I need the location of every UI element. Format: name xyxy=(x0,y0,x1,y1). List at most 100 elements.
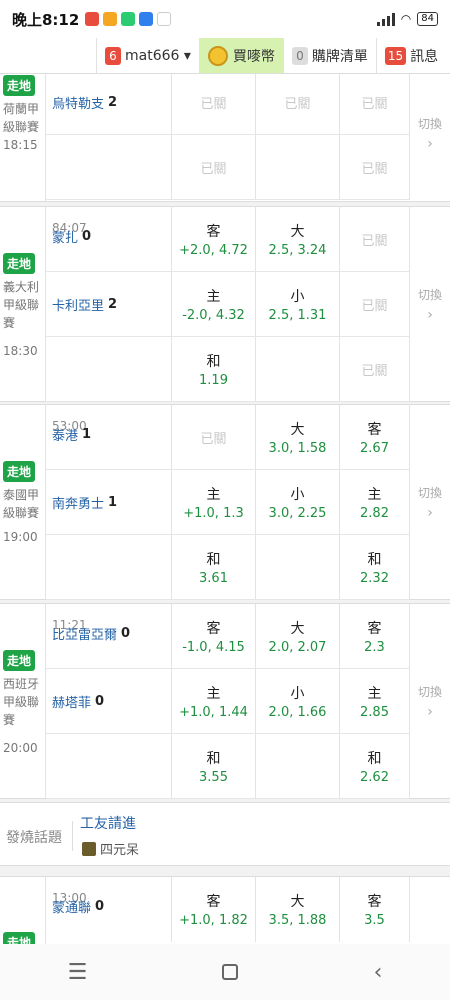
odds-row: 11:21 比亞雷亞爾 0 客 -1.0, 4.15 大 2.0, 2.07 客 2.3 xyxy=(46,604,410,669)
odds-cell[interactable]: 大 3.5, 1.88 xyxy=(256,877,340,942)
team-cell[interactable]: 烏特勒支 2 xyxy=(46,74,172,134)
closed-label: 已關 xyxy=(361,298,388,314)
team-score: 1 xyxy=(82,427,92,442)
odds-value: 3.0, 2.25 xyxy=(268,505,327,521)
team-cell[interactable]: 11:21 比亞雷亞爾 0 xyxy=(46,604,172,668)
live-badge: 走地 xyxy=(3,461,36,482)
odds-cell[interactable]: 大 2.5, 3.24 xyxy=(256,207,340,271)
buy-coins-button[interactable]: 買嘜幣 xyxy=(198,38,283,73)
avatar xyxy=(82,841,96,856)
odds-cell[interactable]: 客 +1.0, 1.82 xyxy=(172,877,256,942)
app-icon xyxy=(103,12,118,26)
odds-row: 赫塔菲 0 主 +1.0, 1.44 小 2.0, 1.66 主 2.85 xyxy=(46,669,410,734)
odds-cell[interactable]: 小 3.0, 2.25 xyxy=(256,470,340,534)
odds-cell[interactable]: 主 +1.0, 1.44 xyxy=(172,669,256,733)
battery-icon: 84 xyxy=(417,12,438,26)
odds-cell[interactable]: 和 3.61 xyxy=(172,535,256,599)
cart-label: 購牌清單 xyxy=(311,48,368,65)
odds-cell[interactable]: 小 2.5, 1.31 xyxy=(256,272,340,336)
hot-topic-card[interactable]: 發燒話題 工友請進 四元呆 xyxy=(0,802,450,866)
odds-cell[interactable]: 主 -2.0, 4.32 xyxy=(172,272,256,336)
odds-label: 大 xyxy=(290,421,305,438)
messages-button[interactable]: 15 訊息 xyxy=(375,38,446,73)
switch-button[interactable]: 切換 › xyxy=(410,207,450,401)
menu-icon[interactable]: ☰ xyxy=(68,960,88,985)
team-name: 蒙通聯 xyxy=(52,901,92,916)
odds-cell[interactable]: 主 +1.0, 1.3 xyxy=(172,470,256,534)
odds-label: 大 xyxy=(290,620,305,637)
odds-cell[interactable]: 客 -1.0, 4.15 xyxy=(172,604,256,668)
odds-cell[interactable]: 小 2.0, 1.66 xyxy=(256,669,340,733)
odds-cell[interactable]: 客 2.3 xyxy=(340,604,410,668)
live-badge: 走地 xyxy=(3,932,36,944)
odds-label: 主 xyxy=(206,685,221,702)
odds-value: 2.0, 2.07 xyxy=(268,639,327,655)
home-icon[interactable] xyxy=(222,964,239,980)
odds-value: 3.55 xyxy=(199,769,228,785)
odds-cell xyxy=(256,535,340,599)
odds-label: 客 xyxy=(206,620,221,637)
closed-label: 已關 xyxy=(361,161,388,177)
league-name: 荷蘭甲級聯賽 xyxy=(3,102,40,134)
back-icon[interactable]: ‹ xyxy=(374,960,383,985)
topic-title[interactable]: 工友請進 xyxy=(80,813,136,833)
odds-cell: 已關 xyxy=(340,337,410,401)
odds-cell[interactable]: 主 2.82 xyxy=(340,470,410,534)
odds-value: 2.67 xyxy=(360,440,389,456)
system-navbar: ☰ ‹ xyxy=(0,944,450,1000)
user-menu[interactable]: 6 mat666 ▾ xyxy=(96,38,199,73)
odds-row: 南奔勇士 1 主 +1.0, 1.3 小 3.0, 2.25 主 2.82 xyxy=(46,470,410,535)
team-cell[interactable]: 53:00 泰港 1 xyxy=(46,405,172,469)
odds-cell[interactable]: 大 3.0, 1.58 xyxy=(256,405,340,469)
team-cell[interactable]: 卡利亞里 2 xyxy=(46,272,172,336)
odds-label: 客 xyxy=(206,894,221,910)
team-cell[interactable]: 南奔勇士 1 xyxy=(46,470,172,534)
switch-label: 切換 xyxy=(417,485,442,500)
odds-cell[interactable]: 大 2.0, 2.07 xyxy=(256,604,340,668)
team-name: 南奔勇士 xyxy=(52,496,105,512)
odds-value: 2.5, 3.24 xyxy=(268,242,327,258)
divider xyxy=(72,821,73,851)
closed-label: 已關 xyxy=(361,363,388,379)
odds-cell[interactable]: 和 2.32 xyxy=(340,535,410,599)
odds-row: 和 1.19 已關 xyxy=(46,337,410,402)
live-badge: 走地 xyxy=(3,253,36,274)
odds-cell[interactable]: 客 +2.0, 4.72 xyxy=(172,207,256,271)
team-cell[interactable]: 13:00 蒙通聯 0 xyxy=(46,877,172,942)
odds-cell[interactable]: 客 3.5 xyxy=(340,877,410,942)
switch-button[interactable]: 切換 › xyxy=(410,604,450,798)
team-cell[interactable]: 赫塔菲 0 xyxy=(46,669,172,733)
odds-row: 卡利亞里 2 主 -2.0, 4.32 小 2.5, 1.31 已關 xyxy=(46,272,410,337)
messenger-icon xyxy=(139,12,154,26)
league-name: 義大利甲級聯賽 xyxy=(3,280,40,330)
odds-value: +1.0, 1.3 xyxy=(183,505,244,521)
odds-row: 和 3.61 和 2.32 xyxy=(46,535,410,600)
odds-value: -2.0, 4.32 xyxy=(182,307,245,323)
match-card: 走地 荷蘭甲級聯賽 18:15 烏特勒支 2 已關 已關 已關 已關 已關 切換 … xyxy=(0,74,450,202)
switch-button[interactable]: 切換 › xyxy=(410,405,450,599)
odds-cell[interactable]: 主 2.85 xyxy=(340,669,410,733)
switch-button[interactable]: 切換 › xyxy=(410,74,450,201)
messages-badge: 15 xyxy=(384,46,407,65)
odds-value: +1.0, 1.82 xyxy=(179,913,248,928)
odds-cell[interactable]: 和 2.62 xyxy=(340,734,410,798)
league-column: 走地 xyxy=(0,877,46,944)
odds-row: 已關 已關 xyxy=(46,135,410,200)
team-cell xyxy=(46,337,172,401)
league-column: 走地 泰國甲級聯賽 19:00 xyxy=(0,405,46,599)
chevron-right-icon: › xyxy=(427,703,433,720)
cart-button[interactable]: 0 購牌清單 xyxy=(282,38,376,73)
league-column: 走地 荷蘭甲級聯賽 18:15 xyxy=(0,74,46,201)
league-column: 走地 義大利甲級聯賽 18:30 xyxy=(0,207,46,401)
odds-label: 主 xyxy=(206,486,221,503)
odds-cell: 已關 xyxy=(340,272,410,336)
team-name: 泰港 xyxy=(52,429,79,444)
status-bar: 晚上8:12 ◠ 84 xyxy=(0,0,450,38)
odds-cell[interactable]: 客 2.67 xyxy=(340,405,410,469)
odds-label: 和 xyxy=(206,750,221,767)
odds-cell[interactable]: 和 1.19 xyxy=(172,337,256,401)
odds-cell[interactable]: 和 3.55 xyxy=(172,734,256,798)
team-cell[interactable]: 84:07 蒙扎 0 xyxy=(46,207,172,271)
kickoff-time: 18:15 xyxy=(3,138,38,152)
odds-cell xyxy=(256,734,340,798)
